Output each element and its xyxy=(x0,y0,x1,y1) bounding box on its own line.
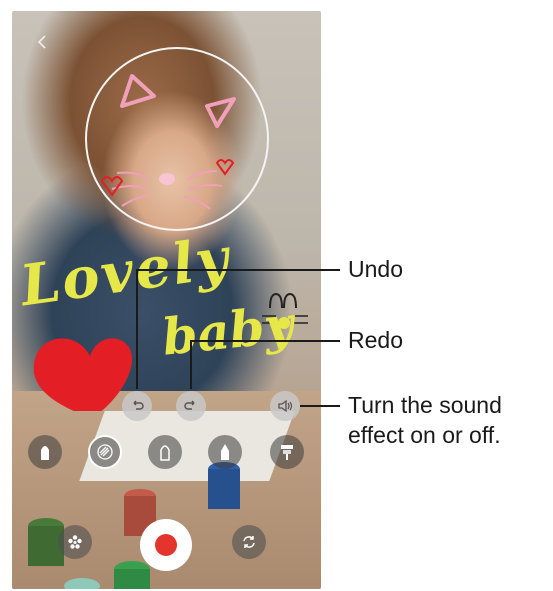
back-button[interactable] xyxy=(36,33,48,54)
tool-outline-pen[interactable] xyxy=(148,435,182,469)
switch-camera-button[interactable] xyxy=(232,525,266,559)
switch-camera-icon xyxy=(243,536,255,548)
redo-callout-line-v xyxy=(190,340,192,389)
crayon-icon xyxy=(221,444,229,460)
undo-callout-line-h xyxy=(136,269,340,271)
sound-callout-line-h xyxy=(300,405,340,407)
tool-pattern-pen[interactable] xyxy=(88,435,122,469)
record-button[interactable] xyxy=(140,519,192,571)
sound-callout-label-2: effect on or off. xyxy=(348,422,501,448)
chevron-left-icon xyxy=(37,35,46,49)
effects-button[interactable] xyxy=(58,525,92,559)
sound-toggle-button[interactable] xyxy=(270,391,300,421)
tool-brush[interactable] xyxy=(270,435,304,469)
camera-preview: Lovely baby xyxy=(12,11,321,589)
undo-callout-line-v xyxy=(136,269,138,389)
marker-pen-icon xyxy=(41,446,49,460)
sound-callout-label-1: Turn the sound xyxy=(348,392,502,418)
redo-callout-label: Redo xyxy=(348,327,403,353)
record-dot xyxy=(155,534,177,556)
outline-pen-icon xyxy=(160,445,170,461)
redo-button[interactable] xyxy=(176,391,206,421)
redo-icon xyxy=(184,400,195,410)
undo-button[interactable] xyxy=(122,391,152,421)
tool-marker-pen[interactable] xyxy=(28,435,62,469)
speaker-icon xyxy=(278,399,293,413)
pattern-pen-icon xyxy=(97,444,113,460)
effects-icon xyxy=(68,535,82,549)
undo-icon xyxy=(133,400,144,410)
redo-callout-line-h xyxy=(190,340,340,342)
brush-icon xyxy=(281,445,293,460)
tool-crayon[interactable] xyxy=(208,435,242,469)
undo-callout-label: Undo xyxy=(348,256,403,282)
